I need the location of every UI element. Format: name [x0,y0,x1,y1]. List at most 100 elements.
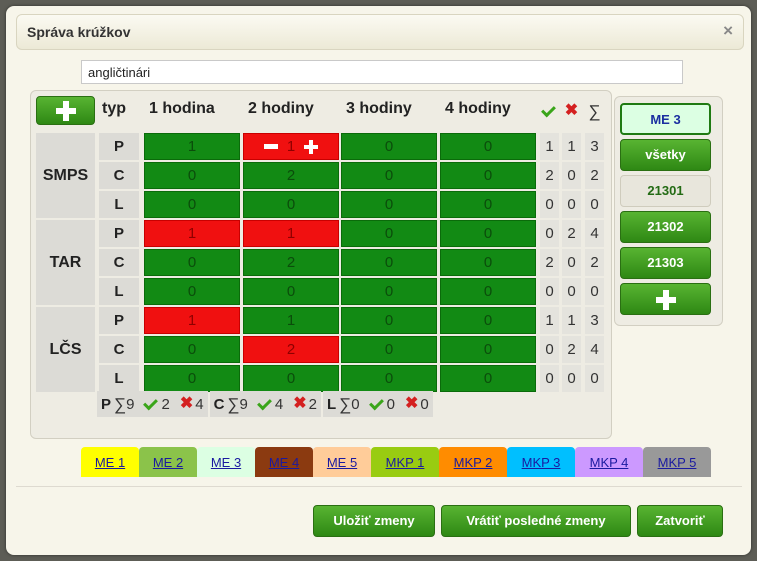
tab-mkp-3[interactable]: MKP 3 [507,447,575,477]
schedule-cell[interactable]: 1 [144,133,240,160]
schedule-cell[interactable]: 0 [440,220,536,247]
row-type-label: P [99,307,139,334]
save-changes-button[interactable]: Uložiť zmeny [313,505,435,537]
summary-group: P ∑ 9 2 ✖ 4 [97,391,208,417]
subgroup-button[interactable]: 21301 [620,175,711,207]
schedule-cell[interactable]: 1 [144,307,240,334]
schedule-cell[interactable]: 0 [144,191,240,218]
row-stat: 2 [562,336,581,363]
tab-me-1[interactable]: ME 1 [81,447,139,477]
tab-me-5[interactable]: ME 5 [313,447,371,477]
schedule-cell[interactable]: 0 [440,365,536,392]
hour-header-3: 3 hodiny [346,100,412,117]
schedule-cell[interactable]: 1 [243,220,339,247]
schedule-cell[interactable]: 0 [144,365,240,392]
summary-type: L [326,395,337,413]
summary-bad: 4 [195,395,204,413]
schedule-cell[interactable]: 0 [144,336,240,363]
schedule-cell[interactable]: 0 [440,307,536,334]
schedule-cell[interactable]: 0 [440,249,536,276]
check-icon [143,395,159,410]
dialog: Správa krúžkov × typ 1 hodina 2 hodiny 3… [6,6,751,555]
schedule-cell[interactable]: 0 [243,278,339,305]
summary-type: P [101,395,112,413]
subgroup-button[interactable]: všetky [620,139,711,171]
schedule-cell[interactable]: 0 [341,162,437,189]
summary-bad: 2 [308,395,317,413]
subgroup-button[interactable]: 21303 [620,247,711,279]
tab-mkp-1[interactable]: MKP 1 [371,447,439,477]
schedule-cell[interactable]: 0 [341,365,437,392]
revert-changes-button[interactable]: Vrátiť posledné zmeny [441,505,631,537]
tab-me-3[interactable]: ME 3 [197,447,255,477]
schedule-cell[interactable]: 1 [243,307,339,334]
subgroup-button[interactable]: 21302 [620,211,711,243]
row-type-label: L [99,278,139,305]
plus-icon [655,290,676,310]
schedule-cell[interactable]: 0 [144,278,240,305]
tab-me-2[interactable]: ME 2 [139,447,197,477]
row-stat: 0 [562,278,581,305]
schedule-cell[interactable]: 0 [341,278,437,305]
class-tabs: ME 1 ME 2 ME 3 ME 4 ME 5 MKP 1 MKP 2 MKP 3 MKP 4… [81,447,711,477]
schedule-cell[interactable]: 0 [440,162,536,189]
type-column-header: typ [102,100,126,117]
schedule-cell[interactable]: 2 [243,162,339,189]
schedule-cell[interactable]: 0 [440,278,536,305]
plus-icon [55,101,76,121]
schedule-cell[interactable]: 1 [144,220,240,247]
schedule-cell[interactable]: 0 [144,162,240,189]
add-subgroup-button[interactable] [620,283,711,315]
add-group-button[interactable] [36,96,95,125]
schedule-cell[interactable]: 0 [341,336,437,363]
row-stat: 1 [562,133,581,160]
row-stat: 2 [540,162,559,189]
hour-header-4: 4 hodiny [445,100,511,117]
row-stat: 2 [540,249,559,276]
minus-icon[interactable] [263,144,278,149]
summary-ok: 2 [161,395,170,413]
schedule-cell[interactable]: 0 [341,307,437,334]
group-name-input[interactable] [81,60,683,84]
summary-sum: 9 [126,395,135,413]
check-icon [256,395,272,410]
schedule-cell[interactable]: 0 [243,365,339,392]
plus-icon[interactable] [304,139,319,154]
schedule-cell[interactable]: 0 [144,249,240,276]
group-label: LČS [36,307,95,392]
row-stat: 2 [585,249,604,276]
tab-mkp-5[interactable]: MKP 5 [643,447,711,477]
row-stat: 1 [540,133,559,160]
schedule-cell[interactable]: 2 [243,336,339,363]
row-stat: 1 [562,307,581,334]
schedule-cell[interactable]: 0 [440,191,536,218]
schedule-cell[interactable]: 0 [243,191,339,218]
schedule-cell[interactable]: 0 [440,336,536,363]
tab-mkp-4[interactable]: MKP 4 [575,447,643,477]
class-button-selected[interactable]: ME 3 [620,103,711,135]
close-button[interactable]: Zatvoriť [637,505,723,537]
group-label: TAR [36,220,95,305]
close-icon[interactable]: × [723,21,733,41]
schedule-cell[interactable]: 0 [341,249,437,276]
row-type-label: C [99,336,139,363]
row-stat: 0 [585,365,604,392]
row-stat: 0 [540,365,559,392]
row-stat: 0 [562,249,581,276]
tab-mkp-2[interactable]: MKP 2 [439,447,507,477]
schedule-cell[interactable]: 1 [243,133,339,160]
row-type-label: C [99,249,139,276]
tab-me-4[interactable]: ME 4 [255,447,313,477]
row-stat: 0 [562,365,581,392]
schedule-cell[interactable]: 0 [341,133,437,160]
schedule-cell[interactable]: 2 [243,249,339,276]
row-type-label: P [99,133,139,160]
schedule-cell[interactable]: 0 [341,220,437,247]
cross-icon: ✖ [564,102,579,119]
class-filter-panel: ME 3 všetky 21301 21302 21303 [614,96,723,326]
schedule-cell[interactable]: 0 [341,191,437,218]
schedule-cell[interactable]: 0 [440,133,536,160]
sigma-icon: ∑ [339,394,352,414]
row-stat: 0 [585,278,604,305]
row-type-label: P [99,220,139,247]
